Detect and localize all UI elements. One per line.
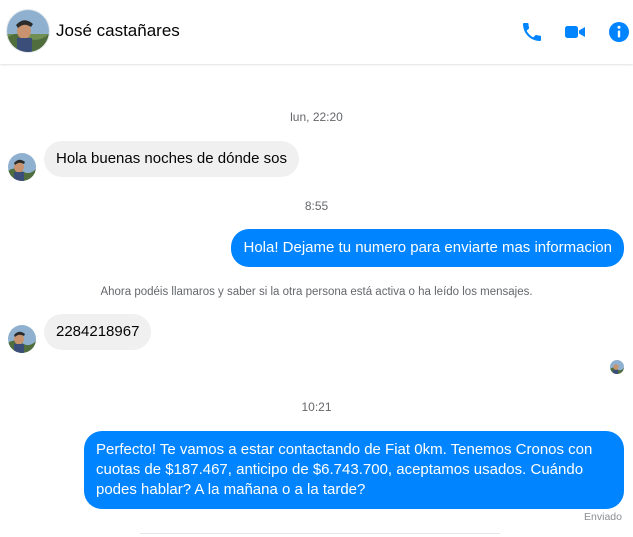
contact-name[interactable]: José castañares: [56, 21, 180, 41]
video-camera-icon[interactable]: [563, 20, 587, 44]
timestamp: 8:55: [304, 199, 329, 213]
outgoing-message[interactable]: Hola! Dejame tu numero para enviarte mas…: [231, 229, 624, 267]
composer-divider: [140, 533, 500, 534]
message-thread[interactable]: lun, 22:20 Hola buenas noches de dónde s…: [0, 64, 633, 537]
timestamp: 10:21: [301, 400, 332, 414]
message-status: Enviado: [584, 511, 622, 523]
info-icon[interactable]: [607, 20, 631, 44]
incoming-message[interactable]: 2284218967: [44, 314, 152, 350]
conversation-header: José castañares: [0, 0, 633, 64]
contact-avatar-small[interactable]: [8, 153, 36, 181]
phone-icon[interactable]: [520, 20, 544, 44]
seen-indicator-avatar: [610, 360, 624, 374]
contact-avatar[interactable]: [6, 9, 50, 53]
call-availability-notice: Ahora podéis llamaros y saber si la otra…: [100, 286, 533, 298]
contact-avatar-small[interactable]: [8, 325, 36, 353]
timestamp: lun, 22:20: [290, 110, 343, 124]
incoming-message[interactable]: Hola buenas noches de dónde sos: [44, 141, 300, 177]
outgoing-message[interactable]: Perfecto! Te vamos a estar contactando d…: [84, 431, 624, 509]
